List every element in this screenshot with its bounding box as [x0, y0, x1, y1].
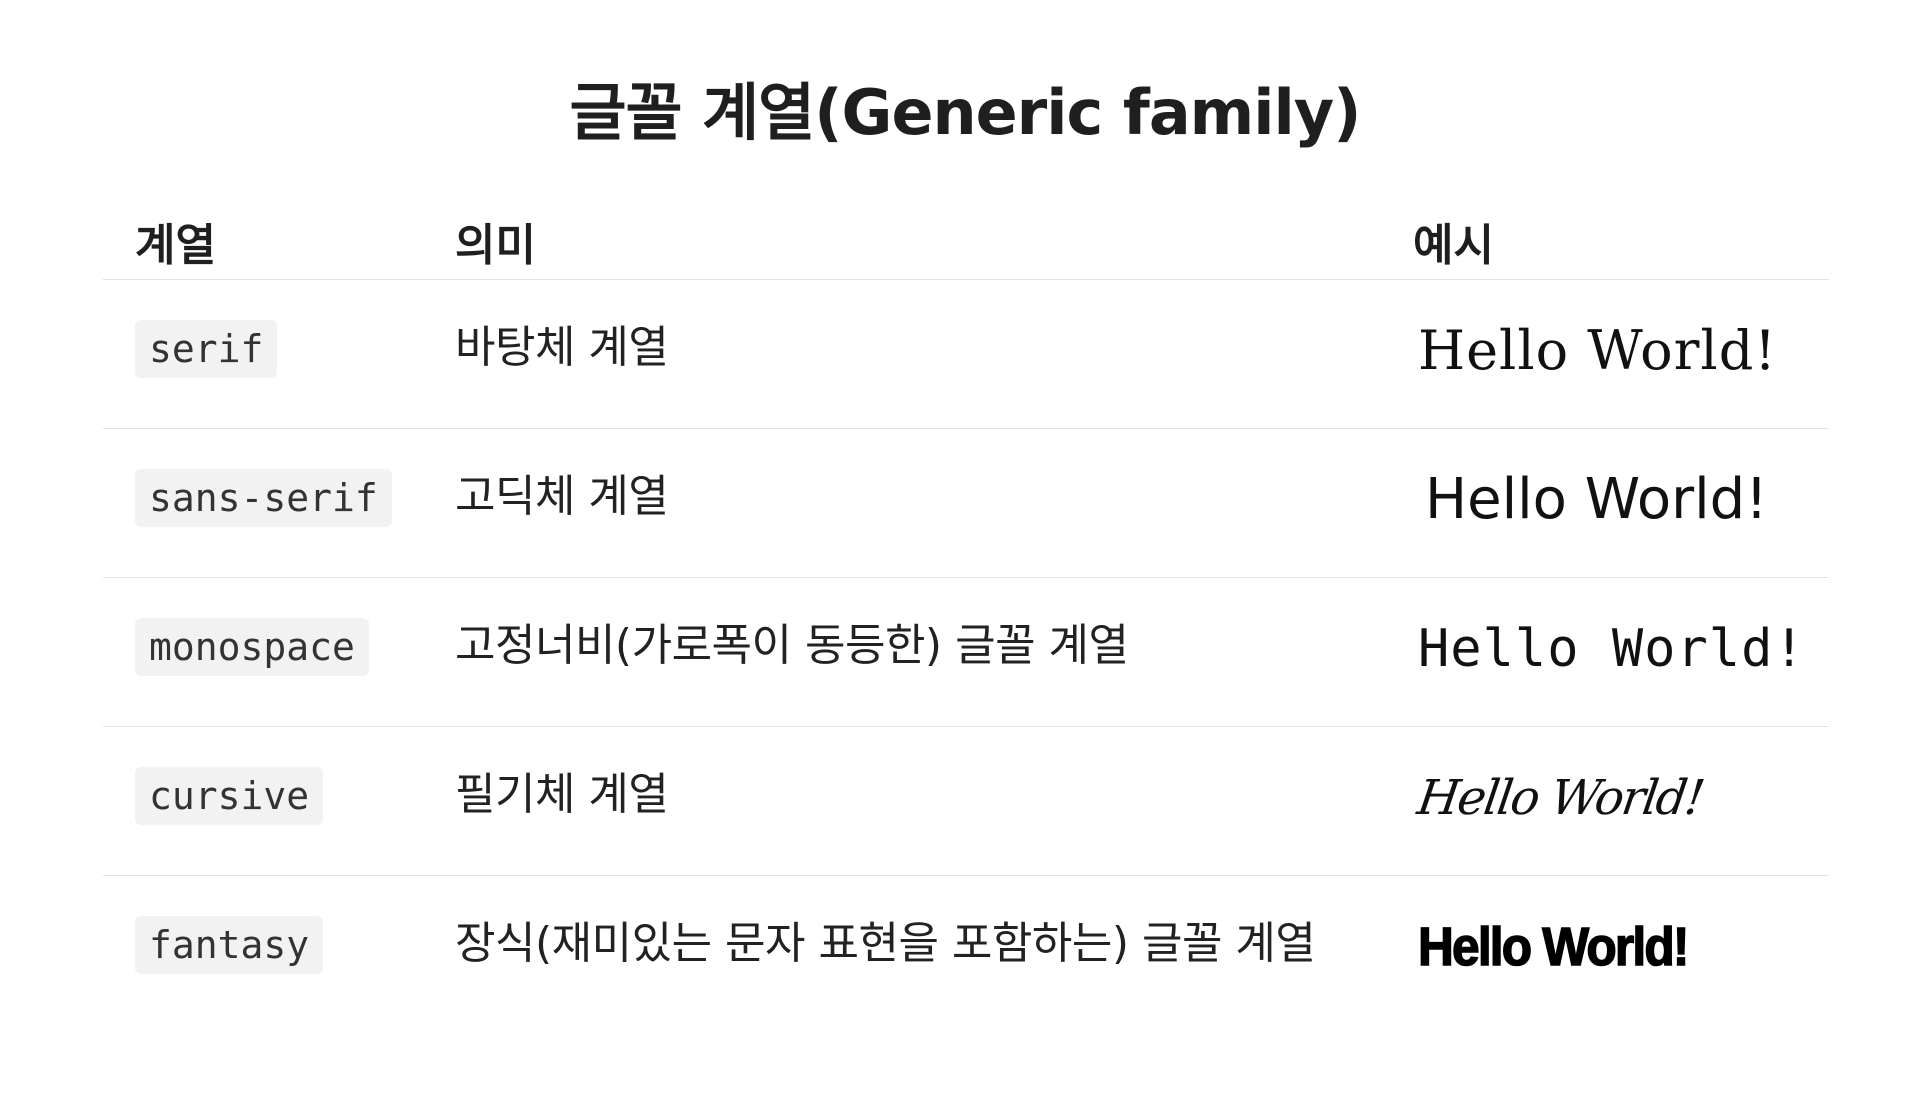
table-row-fantasy: fantasy 장식(재미있는 문자 표현을 포함하는) 글꼴 계열 Hello… — [103, 876, 1829, 1024]
header-family: 계열 — [135, 220, 216, 271]
table-row-monospace: monospace 고정너비(가로폭이 동등한) 글꼴 계열 Hello Wor… — [103, 578, 1829, 727]
family-meaning: 장식(재미있는 문자 표현을 포함하는) 글꼴 계열 — [455, 918, 1316, 969]
page-title: 글꼴 계열(Generic family) — [569, 76, 1361, 149]
family-code: fantasy — [135, 916, 324, 974]
family-meaning: 고정너비(가로폭이 동등한) 글꼴 계열 — [455, 620, 1129, 671]
table-row-cursive: cursive 필기체 계열 Hello World! — [103, 727, 1829, 876]
table-row-serif: serif 바탕체 계열 Hello World! — [103, 280, 1829, 429]
family-meaning: 필기체 계열 — [455, 769, 669, 820]
header-meaning: 의미 — [455, 220, 536, 271]
family-code: cursive — [135, 767, 324, 825]
table-header-row: 계열 의미 예시 — [103, 200, 1829, 280]
family-code: monospace — [135, 618, 369, 676]
family-example: Hello World! — [1418, 619, 1806, 679]
generic-family-table: 계열 의미 예시 serif 바탕체 계열 Hello World! sans-… — [103, 200, 1829, 1024]
family-meaning: 고딕체 계열 — [455, 471, 669, 522]
family-code: sans-serif — [135, 469, 392, 527]
table-row-sans-serif: sans-serif 고딕체 계열 Hello World! — [103, 429, 1829, 578]
family-code: serif — [135, 320, 278, 378]
family-example: Hello World! — [1417, 916, 1690, 978]
header-example: 예시 — [1413, 220, 1494, 271]
family-meaning: 바탕체 계열 — [455, 322, 669, 373]
family-example: Hello World! — [1418, 319, 1777, 382]
family-example: Hello World! — [1425, 467, 1768, 532]
family-example: Hello World! — [1414, 770, 1707, 826]
